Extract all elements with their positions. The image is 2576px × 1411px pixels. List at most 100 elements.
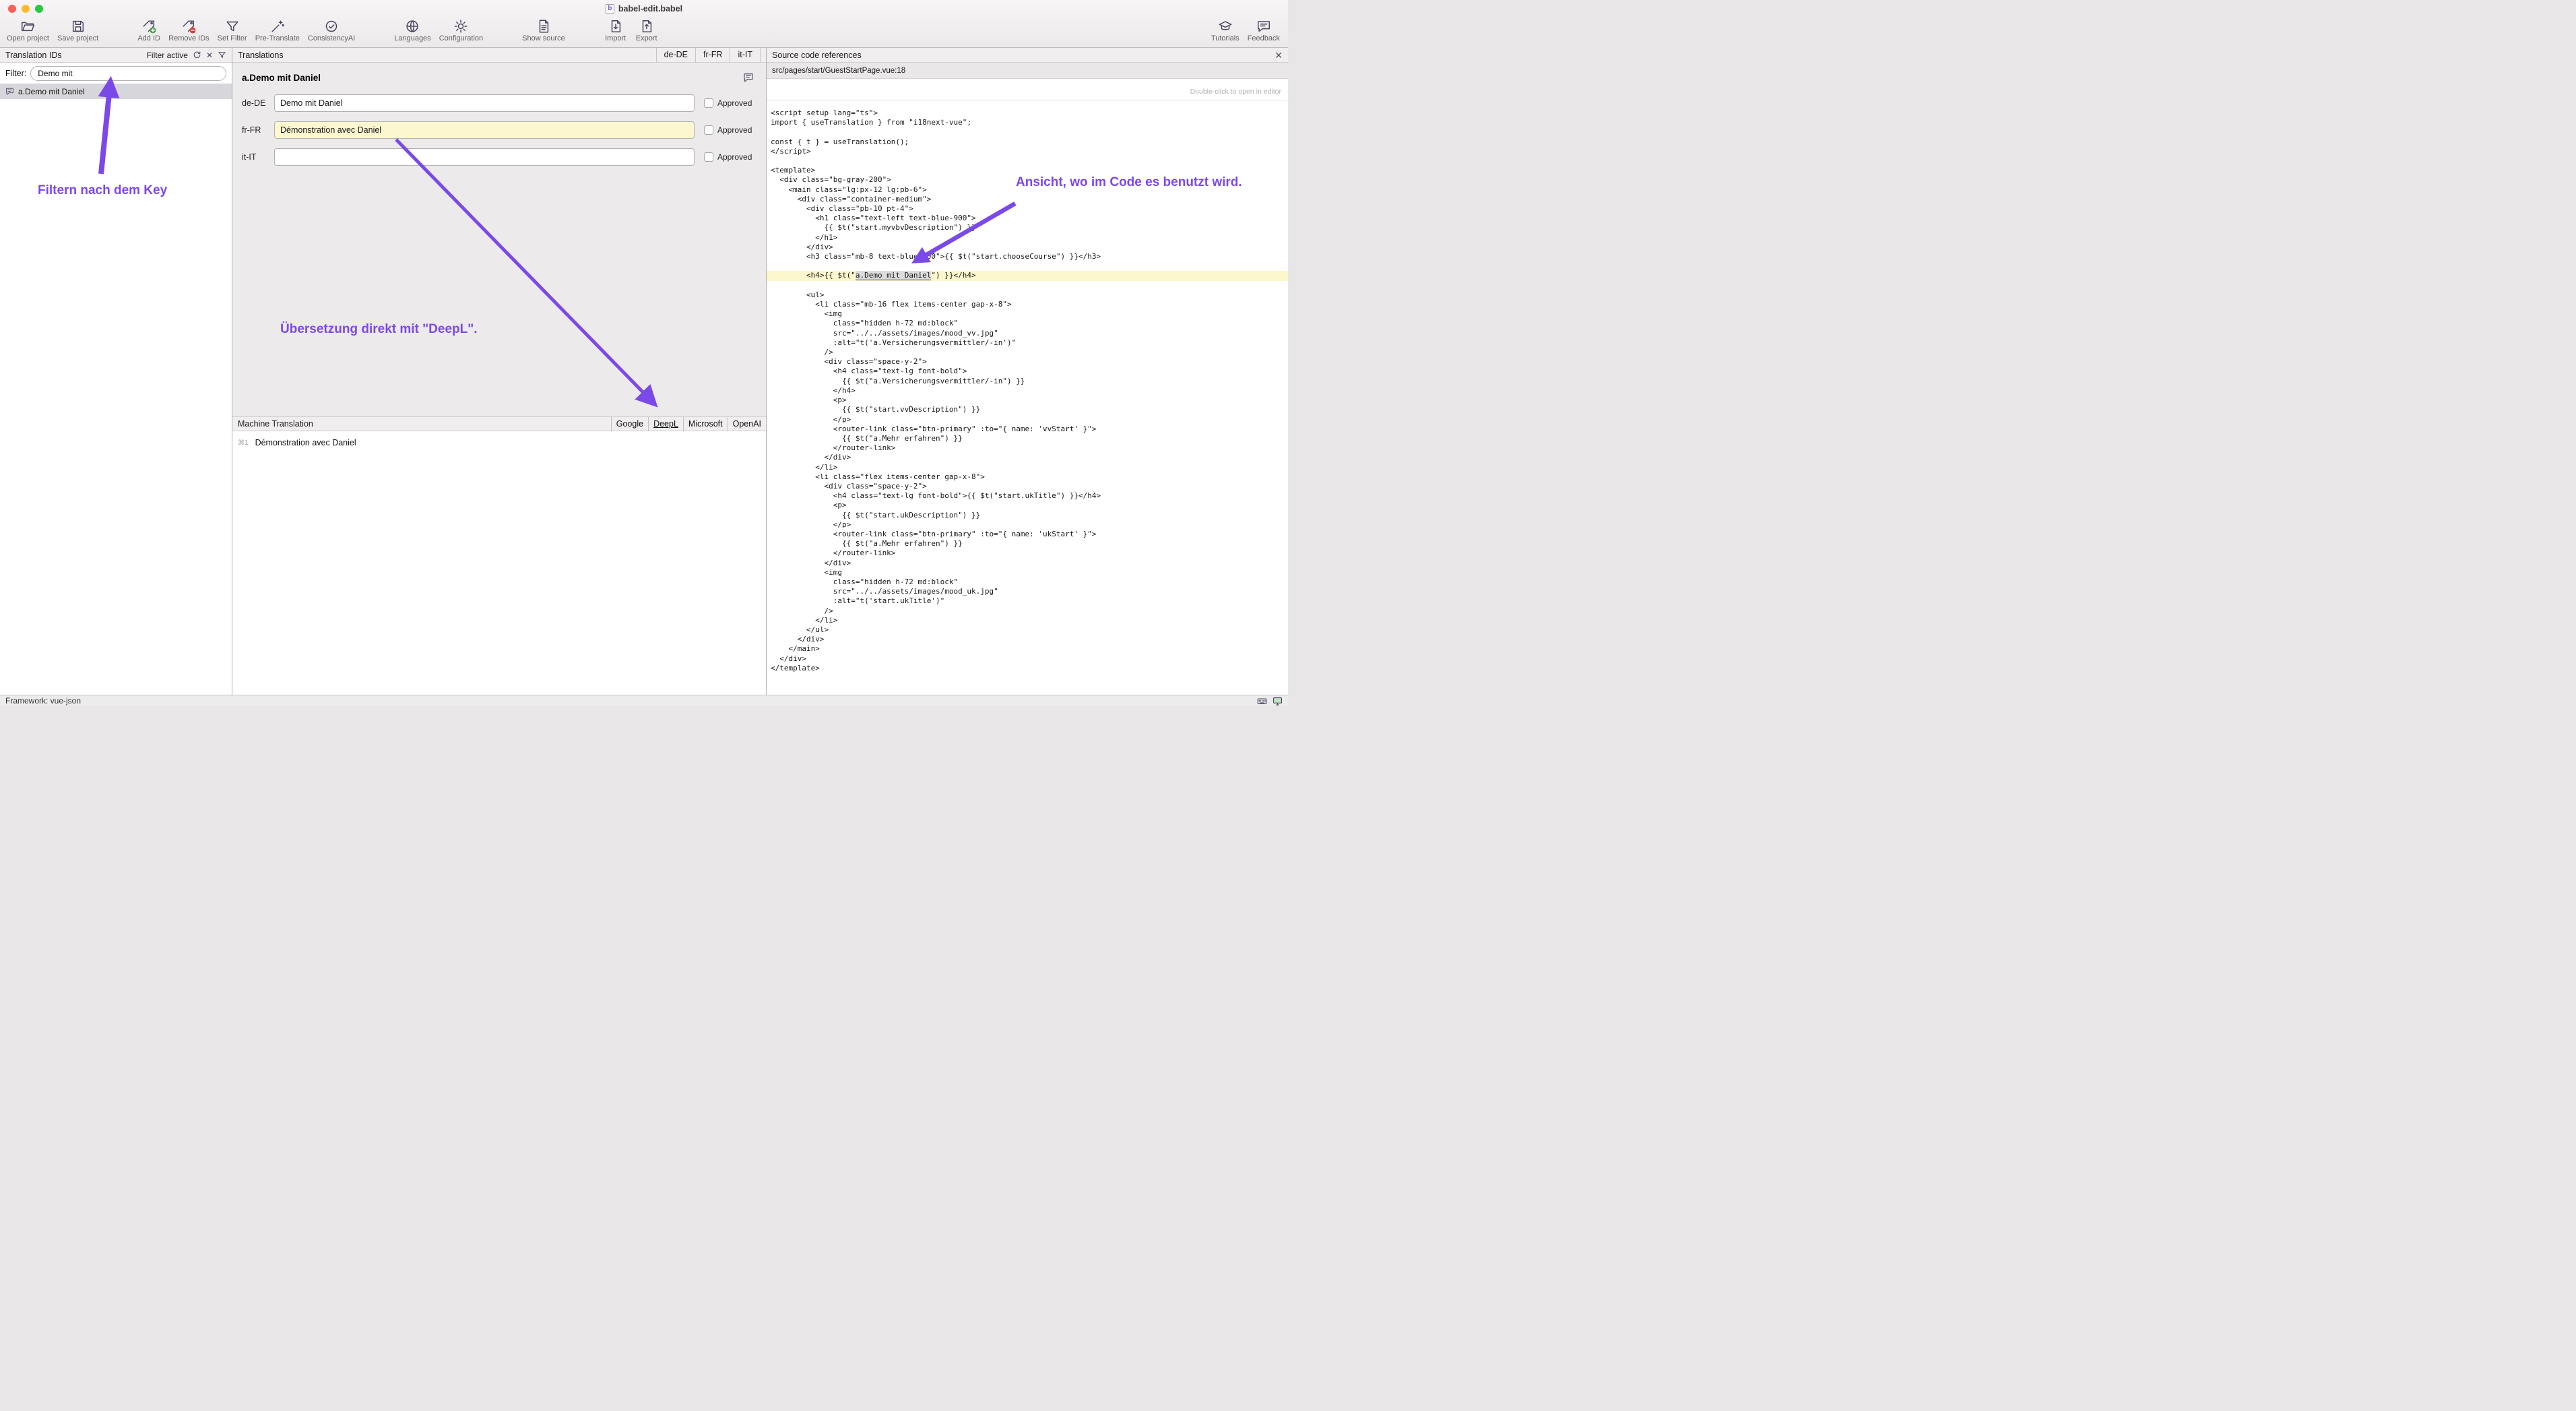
toolbar-label: Open project <box>7 34 49 42</box>
toolbar: Open project Save project Add ID Remove IDs… <box>0 18 1288 47</box>
mt-suggestion[interactable]: ⌘1 Démonstration avec Daniel <box>232 431 766 447</box>
source-references-title: Source code references <box>772 51 862 60</box>
code-line: </template> <box>767 664 1288 673</box>
toolbar-pre-translate[interactable]: Pre-Translate <box>255 19 300 42</box>
tab-fr-FR[interactable]: fr-FR <box>695 48 730 63</box>
toolbar-tutorials[interactable]: Tutorials <box>1211 19 1239 42</box>
main-area: Translation IDs Filter active ✕ Filter: … <box>0 48 1288 695</box>
code-line: <h4>{{ $t("a.Demo mit Daniel") }}</h4> <box>767 271 1288 280</box>
code-line: </div> <box>767 635 1288 644</box>
mt-provider-openai[interactable]: OpenAI <box>728 417 766 431</box>
status-icons <box>1257 696 1283 706</box>
code-line: <script setup lang="ts"> <box>767 108 1288 118</box>
approved-group: Approved <box>704 152 752 162</box>
display-icon[interactable] <box>1273 696 1283 706</box>
keyboard-icon[interactable] <box>1257 696 1267 706</box>
mt-provider-buttons: GoogleDeepLMicrosoftOpenAI <box>611 417 766 431</box>
toolbar-label: Languages <box>394 34 430 42</box>
toolbar-add-id[interactable]: Add ID <box>137 19 160 42</box>
code-line: /> <box>767 606 1288 616</box>
code-line: {{ $t("start.vvDescription") }} <box>767 405 1288 414</box>
code-line: <h1 class="text-left text-blue-900"> <box>767 214 1288 223</box>
code-line <box>767 261 1288 271</box>
code-line: </h1> <box>767 233 1288 243</box>
translations-header: Translations de-DEfr-FRit-IT <box>232 48 766 63</box>
feedback-icon <box>1256 19 1271 34</box>
refresh-icon[interactable] <box>193 51 201 59</box>
toolbar-label: Pre-Translate <box>255 34 300 42</box>
approved-checkbox-it-IT[interactable] <box>704 152 713 162</box>
translation-id-title-row: a.Demo mit Daniel <box>242 72 766 83</box>
toolbar-show-source[interactable]: Show source <box>522 19 565 42</box>
funnel-icon[interactable] <box>218 51 226 59</box>
approved-checkbox-fr-FR[interactable] <box>704 125 713 135</box>
translation-row: fr-FRApproved <box>242 121 766 139</box>
language-tabs: de-DEfr-FRit-IT <box>656 48 761 63</box>
code-line <box>767 127 1288 137</box>
translations-title: Translations <box>238 51 284 60</box>
toolbar-configuration[interactable]: Configuration <box>439 19 483 42</box>
zoom-window-button[interactable] <box>35 5 43 13</box>
translation-ids-panel: Translation IDs Filter active ✕ Filter: … <box>0 48 232 695</box>
close-icon[interactable]: ✕ <box>1275 51 1283 60</box>
source-reference-path[interactable]: src/pages/start/GuestStartPage.vue:18 <box>767 63 1288 79</box>
translation-id-item[interactable]: a.Demo mit Daniel <box>0 84 232 99</box>
toolbar-save-project[interactable]: Save project <box>57 19 98 42</box>
toolbar-remove-ids[interactable]: Remove IDs <box>168 19 210 42</box>
code-line: <img <box>767 309 1288 319</box>
translation-input-it-IT[interactable] <box>274 148 695 166</box>
language-label: it-IT <box>242 152 269 162</box>
translation-row: it-IT Approved <box>242 148 766 166</box>
code-line: <li class="mb-16 flex items-center gap-x… <box>767 300 1288 309</box>
highlighted-translation-key[interactable]: a.Demo mit Daniel <box>856 271 932 280</box>
code-line: </div> <box>767 559 1288 568</box>
toolbar-consistency-ai[interactable]: ConsistencyAI <box>308 19 355 42</box>
translation-input-fr-FR[interactable] <box>274 121 695 139</box>
code-line: <img <box>767 568 1288 577</box>
toolbar-export[interactable]: Export <box>635 19 658 42</box>
mt-provider-microsoft[interactable]: Microsoft <box>683 417 728 431</box>
toolbar-label: Save project <box>57 34 98 42</box>
code-line: <div class="space-y-2"> <box>767 357 1288 367</box>
source-doc-icon <box>536 19 551 34</box>
code-line: {{ $t("start.ukDescription") }} <box>767 511 1288 520</box>
approved-label: Approved <box>717 152 752 162</box>
code-line: <li class="flex items-center gap-x-8"> <box>767 472 1288 482</box>
toolbar-import[interactable]: Import <box>604 19 627 42</box>
code-line: src="../../assets/images/mood_vv.jpg" <box>767 329 1288 338</box>
toolbar-set-filter[interactable]: Set Filter <box>218 19 247 42</box>
close-window-button[interactable] <box>8 5 16 13</box>
code-line: </h4> <box>767 386 1288 396</box>
toolbar-open-project[interactable]: Open project <box>7 19 49 42</box>
code-line: </p> <box>767 520 1288 530</box>
filter-active-group: Filter active ✕ <box>147 51 226 60</box>
language-label: fr-FR <box>242 125 269 135</box>
comment-toggle-icon[interactable] <box>743 72 754 83</box>
code-line: <div class="container-medium"> <box>767 195 1288 204</box>
clear-filter-icon[interactable]: ✕ <box>206 51 213 59</box>
toolbar-feedback[interactable]: Feedback <box>1248 19 1280 42</box>
comment-icon <box>5 87 14 96</box>
translation-input-de-DE[interactable] <box>274 94 695 112</box>
code-line <box>767 156 1288 166</box>
framework-label: Framework: vue-json <box>5 696 81 706</box>
toolbar-languages[interactable]: Languages <box>394 19 430 42</box>
tab-de-DE[interactable]: de-DE <box>656 48 695 63</box>
code-line: </script> <box>767 147 1288 156</box>
tag-remove-icon <box>181 19 196 34</box>
funnel-icon <box>225 19 240 34</box>
approved-checkbox-de-DE[interactable] <box>704 98 713 108</box>
filter-input[interactable] <box>30 66 226 81</box>
approved-group: Approved <box>704 98 752 108</box>
gear-icon <box>453 19 468 34</box>
folder-open-icon <box>20 19 35 34</box>
mt-provider-google[interactable]: Google <box>611 417 648 431</box>
filter-row: Filter: <box>0 63 232 84</box>
tab-it-IT[interactable]: it-IT <box>730 48 761 63</box>
minimize-window-button[interactable] <box>22 5 30 13</box>
toolbar-label: Tutorials <box>1211 34 1239 42</box>
editor-hint-row: Double-click to open in editor <box>767 79 1288 100</box>
mt-provider-deepl[interactable]: DeepL <box>648 417 683 431</box>
save-icon <box>71 19 86 34</box>
status-bar: Framework: vue-json <box>0 695 1288 706</box>
